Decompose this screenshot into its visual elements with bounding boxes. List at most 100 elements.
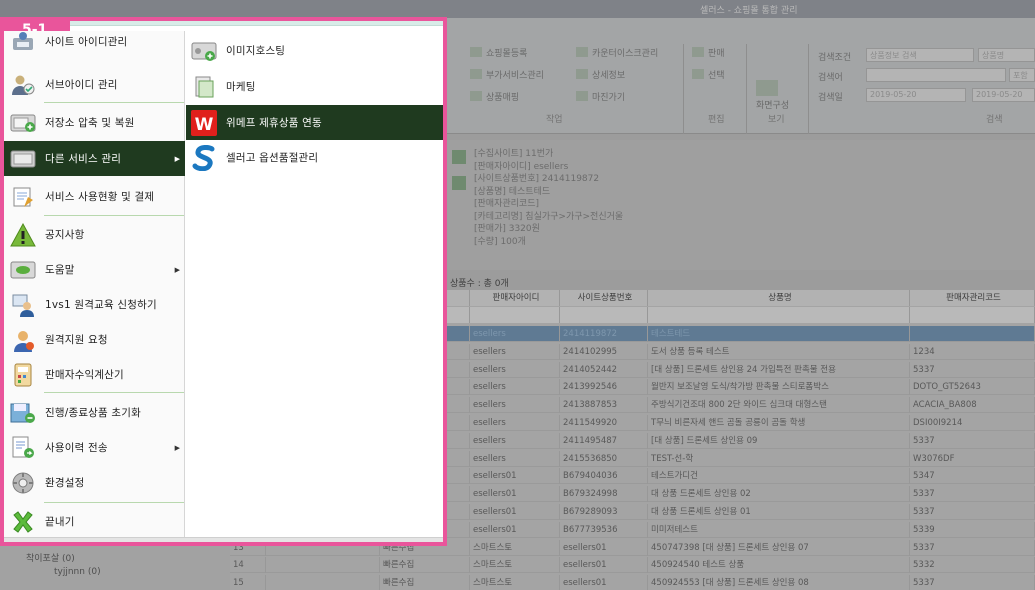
grid-cell: 2413992546 xyxy=(560,379,648,396)
grid-cell: 테스트테드 xyxy=(648,326,910,342)
menu-item-remote-edu[interactable]: 1vs1 원격교육 신청하기 xyxy=(4,287,185,322)
ribbon-item-2[interactable]: 부가서비스관리 xyxy=(470,68,544,81)
grid-cell: esellers01 xyxy=(470,486,560,503)
ribbon-item-4[interactable]: 카운터이스크관리 xyxy=(576,46,658,59)
grid-cell: ACACIA_BA808 xyxy=(910,397,1035,414)
ribbon-item-1[interactable]: 쇼핑몰등록 xyxy=(470,46,527,59)
grid-cell: 2414119872 xyxy=(560,326,648,342)
ribbon-item-6[interactable]: 마진가기 xyxy=(576,90,625,103)
ribbon-item-5[interactable]: 상세정보 xyxy=(576,68,625,81)
grid-cell: 사이트상품번호 xyxy=(560,290,648,306)
grid-cell: TEST-선-학 xyxy=(648,450,910,467)
submenu-item-image-hosting[interactable]: 이미지호스팅 xyxy=(186,33,443,68)
ribbon-item-3[interactable]: 상품매핑 xyxy=(470,90,519,103)
submenu-item-wemakeprice[interactable]: W 위메프 제휴상품 연동 xyxy=(186,105,443,140)
grid-cell: 5337 xyxy=(910,539,1035,556)
grid-cell: esellers xyxy=(470,379,560,396)
grid-cell: esellers01 xyxy=(470,521,560,538)
other-service-submenu: 이미지호스팅 마케팅 W 위메프 제휴상품 연동 셀러고 옵션품절관리 xyxy=(186,31,443,542)
date-to-input[interactable]: 2019-05-20 xyxy=(972,88,1035,102)
submenu-item-marketing[interactable]: 마케팅 xyxy=(186,69,443,104)
margin-icon xyxy=(576,91,588,101)
grid-cell: 판매자아이디 xyxy=(470,290,560,306)
marketing-icon xyxy=(190,73,217,100)
table-row[interactable]: 15 빠른수집 스마트스토 esellers01 450924553 [대 상품] 드론… xyxy=(230,575,1035,590)
grid-cell: B679289093 xyxy=(560,504,648,520)
ribbon-separator xyxy=(683,44,684,134)
grid-cell: 15 xyxy=(230,575,266,590)
grid-cell: esellers01 xyxy=(470,504,560,520)
menu-item-calculator[interactable]: 판매자수익계산기 xyxy=(4,357,185,392)
grid-cell xyxy=(470,307,560,323)
detail-info-icon xyxy=(576,69,588,79)
grid-cell: 대 상품 드론세트 상인용 02 xyxy=(648,486,910,503)
grid-cell: DOTO_GT52643 xyxy=(910,379,1035,396)
menu-separator xyxy=(44,502,184,503)
edit-icon xyxy=(692,47,704,57)
tree-item[interactable]: 착이포살 (0) xyxy=(26,551,75,564)
search-field-select[interactable]: 상품명 xyxy=(978,48,1035,62)
remote-edu-icon xyxy=(9,291,36,318)
grid-cell: [대 상품] 드론세트 상인용 09 xyxy=(648,432,910,449)
grid-cell: 2415536850 xyxy=(560,450,648,467)
menu-item-settings[interactable]: 환경설정 xyxy=(4,465,185,500)
grid-cell: esellers xyxy=(470,343,560,360)
grid-cell: 5337 xyxy=(910,361,1035,378)
grid-cell: esellers01 xyxy=(560,539,648,556)
menu-item-history-send[interactable]: 사용이력 전송 ▶ xyxy=(4,430,185,465)
grid-cell: 스마트스토 xyxy=(470,575,560,590)
menu-item-exit[interactable]: 끝내기 xyxy=(4,504,185,539)
menu-item-reset[interactable]: 진행/종료상품 초기화 xyxy=(4,395,185,430)
ribbon-item-9[interactable]: 화면구성 xyxy=(756,80,789,111)
grid-cell: 14 xyxy=(230,557,266,574)
thumbnail-placeholder xyxy=(452,176,466,190)
grid-cell: DSI00I9214 xyxy=(910,415,1035,431)
mall-register-icon xyxy=(470,47,482,57)
menu-item-other-service[interactable]: 다른 서비스 관리 ▶ xyxy=(4,141,185,176)
site-id-icon xyxy=(9,28,36,55)
grid-cell: B677739536 xyxy=(560,521,648,538)
menu-item-storage[interactable]: 저장소 압축 및 복원 xyxy=(4,105,185,140)
grid-cell: W3076DF xyxy=(910,450,1035,467)
grid-cell: esellers xyxy=(470,326,560,342)
grid-cell xyxy=(266,557,380,574)
date-from-input[interactable]: 2019-05-20 xyxy=(866,88,966,102)
wemakeprice-icon: W xyxy=(190,109,217,136)
table-row[interactable]: 14 빠른수집 스마트스토 esellers01 450924540 테스트 상품 533… xyxy=(230,557,1035,574)
notice-icon xyxy=(9,221,36,248)
grid-cell: T무늬 비른자세 핸드 곰돌 공룡이 곰돌 학생 xyxy=(648,415,910,431)
menu-item-notice[interactable]: 공지사항 xyxy=(4,217,185,252)
search-keyword-input[interactable] xyxy=(866,68,1006,82)
grid-cell: 미미저테스트 xyxy=(648,521,910,538)
ribbon-item-7[interactable]: 판매 xyxy=(692,46,725,59)
ribbon-separator xyxy=(746,44,747,134)
grid-cell: 스마트스토 xyxy=(470,539,560,556)
menu-item-service-usage[interactable]: 서비스 사용현황 및 결제 xyxy=(4,179,185,214)
check-icon xyxy=(692,69,704,79)
grid-cell: 5337 xyxy=(910,432,1035,449)
menu-item-help[interactable]: 도움말 ▶ xyxy=(4,252,185,287)
ribbon-item-8[interactable]: 선택 xyxy=(692,68,725,81)
menu-separator xyxy=(44,102,184,103)
tree-item[interactable]: tyjjnnn (0) xyxy=(54,567,101,577)
grid-cell: esellers01 xyxy=(560,557,648,574)
search-condition-select[interactable]: 상품정보 검색 xyxy=(866,48,974,62)
ribbon-separator xyxy=(808,44,809,134)
submenu-item-sellergo[interactable]: 셀러고 옵션품절관리 xyxy=(186,140,443,175)
reset-icon xyxy=(9,399,36,426)
grid-cell: 빠른수집 xyxy=(380,575,470,590)
storage-icon xyxy=(9,109,36,136)
menu-item-sub-id[interactable]: 서브아이디 관리 xyxy=(4,67,185,102)
grid-cell: 1234 xyxy=(910,343,1035,360)
grid-cell xyxy=(910,326,1035,342)
grid-cell: esellers xyxy=(470,415,560,431)
svg-text:W: W xyxy=(194,115,213,135)
menu-item-site-id[interactable]: 사이트 아이디관리 xyxy=(4,24,185,59)
remote-support-icon xyxy=(9,326,36,353)
search-match-select[interactable]: 포함 xyxy=(1009,68,1035,82)
grid-cell: B679404036 xyxy=(560,468,648,485)
menu-item-remote-support[interactable]: 원격지원 요청 xyxy=(4,322,185,357)
product-detail-panel: [수집사이트] 11번가 [판매자아이디] esellers [사이트상품번호]… xyxy=(446,140,1035,270)
main-menu: 사이트 아이디관리 서브아이디 관리 저장소 압축 및 복원 다른 서비스 관리… xyxy=(4,31,185,542)
grid-cell: 2411549920 xyxy=(560,415,648,431)
